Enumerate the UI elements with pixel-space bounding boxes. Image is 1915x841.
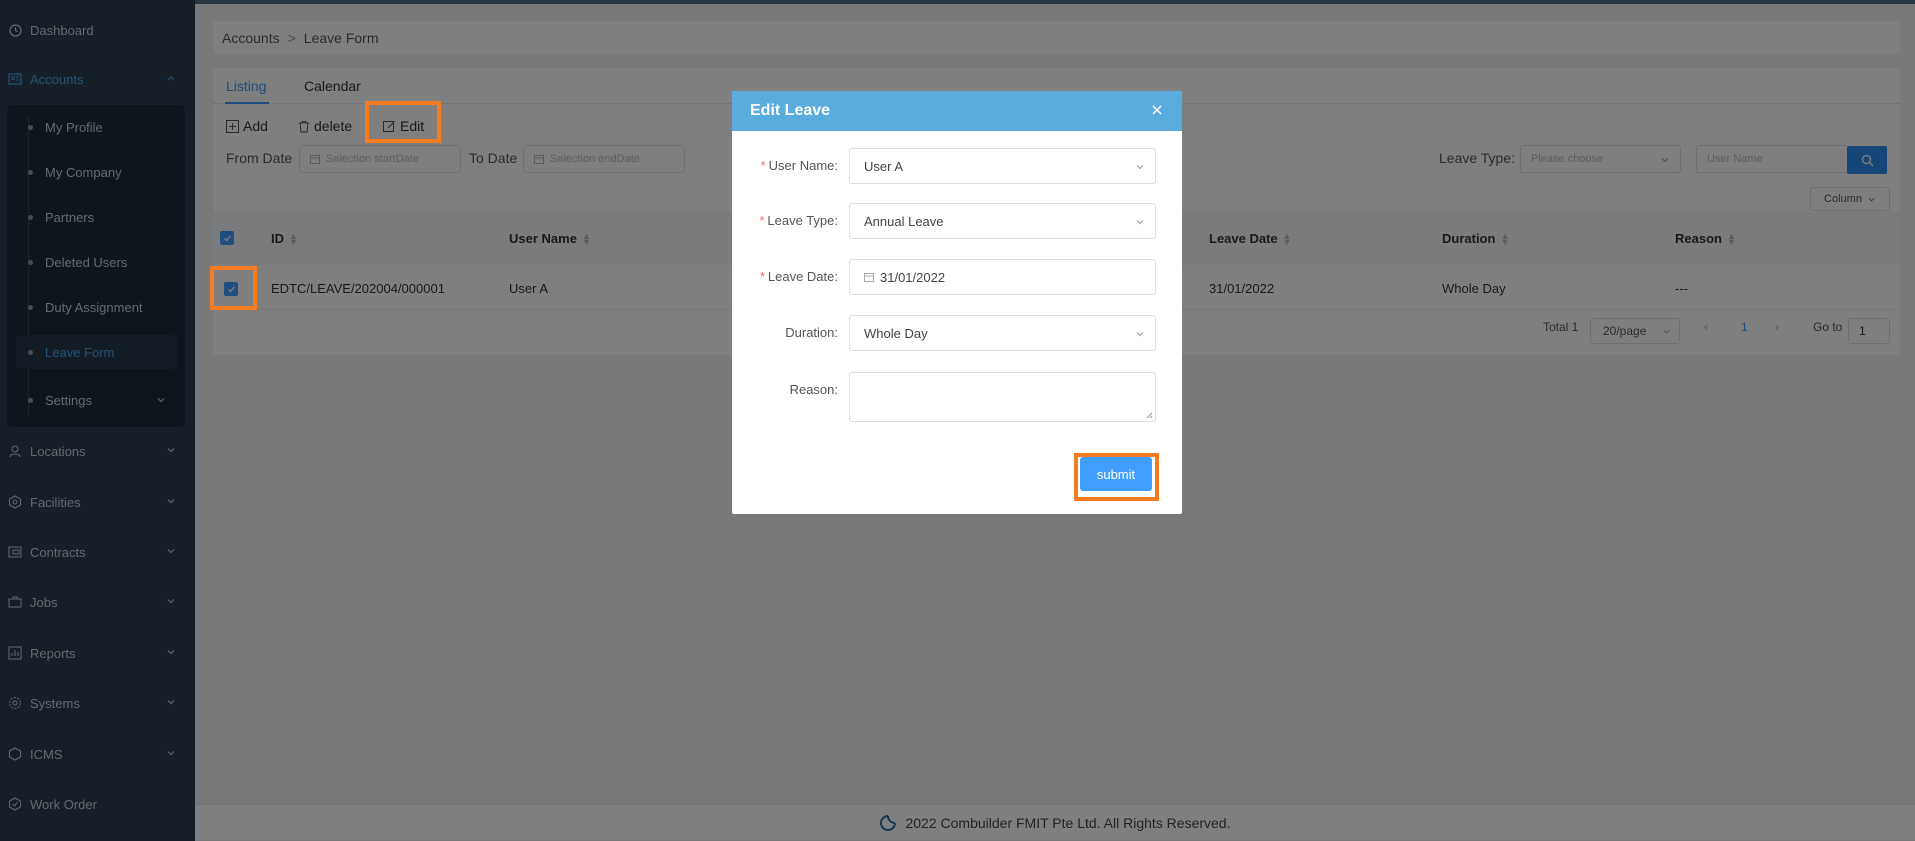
leave-date-input[interactable]: 31/01/2022 (849, 259, 1156, 295)
reason-row: Reason: (732, 372, 1182, 422)
chevron-down-icon (1136, 220, 1144, 225)
leave-type-label-text: Leave Type: (767, 213, 838, 228)
leave-type-field-label: * Leave Type: (759, 213, 838, 228)
duration-row: Duration: Whole Day (732, 315, 1182, 351)
user-name-label: * User Name: (761, 158, 838, 173)
duration-select[interactable]: Whole Day (849, 315, 1156, 351)
leave-date-label-text: Leave Date: (767, 269, 838, 284)
leave-date-label: * Leave Date: (760, 269, 838, 284)
chevron-down-icon (1136, 332, 1144, 337)
row-checkbox-highlight (210, 266, 257, 310)
dialog-title: Edit Leave (750, 102, 831, 119)
required-marker: * (759, 269, 765, 284)
required-marker: * (759, 213, 765, 228)
leave-date-value: 31/01/2022 (880, 269, 946, 285)
chevron-down-icon (1136, 165, 1144, 170)
leave-type-row: * Leave Type: Annual Leave (732, 203, 1182, 239)
leave-date-row: * Leave Date: 31/01/2022 (732, 259, 1182, 295)
dialog-header: Edit Leave (732, 91, 1182, 131)
reason-label: Reason: (789, 382, 838, 397)
edit-leave-dialog: Edit Leave * User Name: User A * Leave Typ… (732, 91, 1182, 514)
edit-button-highlight (365, 101, 441, 143)
submit-button-highlight (1074, 453, 1159, 501)
resize-handle-icon[interactable] (1146, 412, 1153, 419)
leave-type-value: Annual Leave (864, 213, 944, 229)
user-name-row: * User Name: User A (732, 148, 1182, 184)
required-marker: * (760, 158, 766, 173)
calendar-icon (864, 273, 874, 282)
leave-type-field-select[interactable]: Annual Leave (849, 203, 1156, 239)
duration-label: Duration: (785, 325, 838, 340)
reason-textarea[interactable] (849, 372, 1156, 422)
duration-value: Whole Day (864, 325, 928, 341)
user-name-select[interactable]: User A (849, 148, 1156, 184)
user-name-value: User A (864, 158, 904, 174)
user-name-label-text: User Name: (768, 158, 838, 173)
close-icon[interactable] (1150, 103, 1164, 117)
